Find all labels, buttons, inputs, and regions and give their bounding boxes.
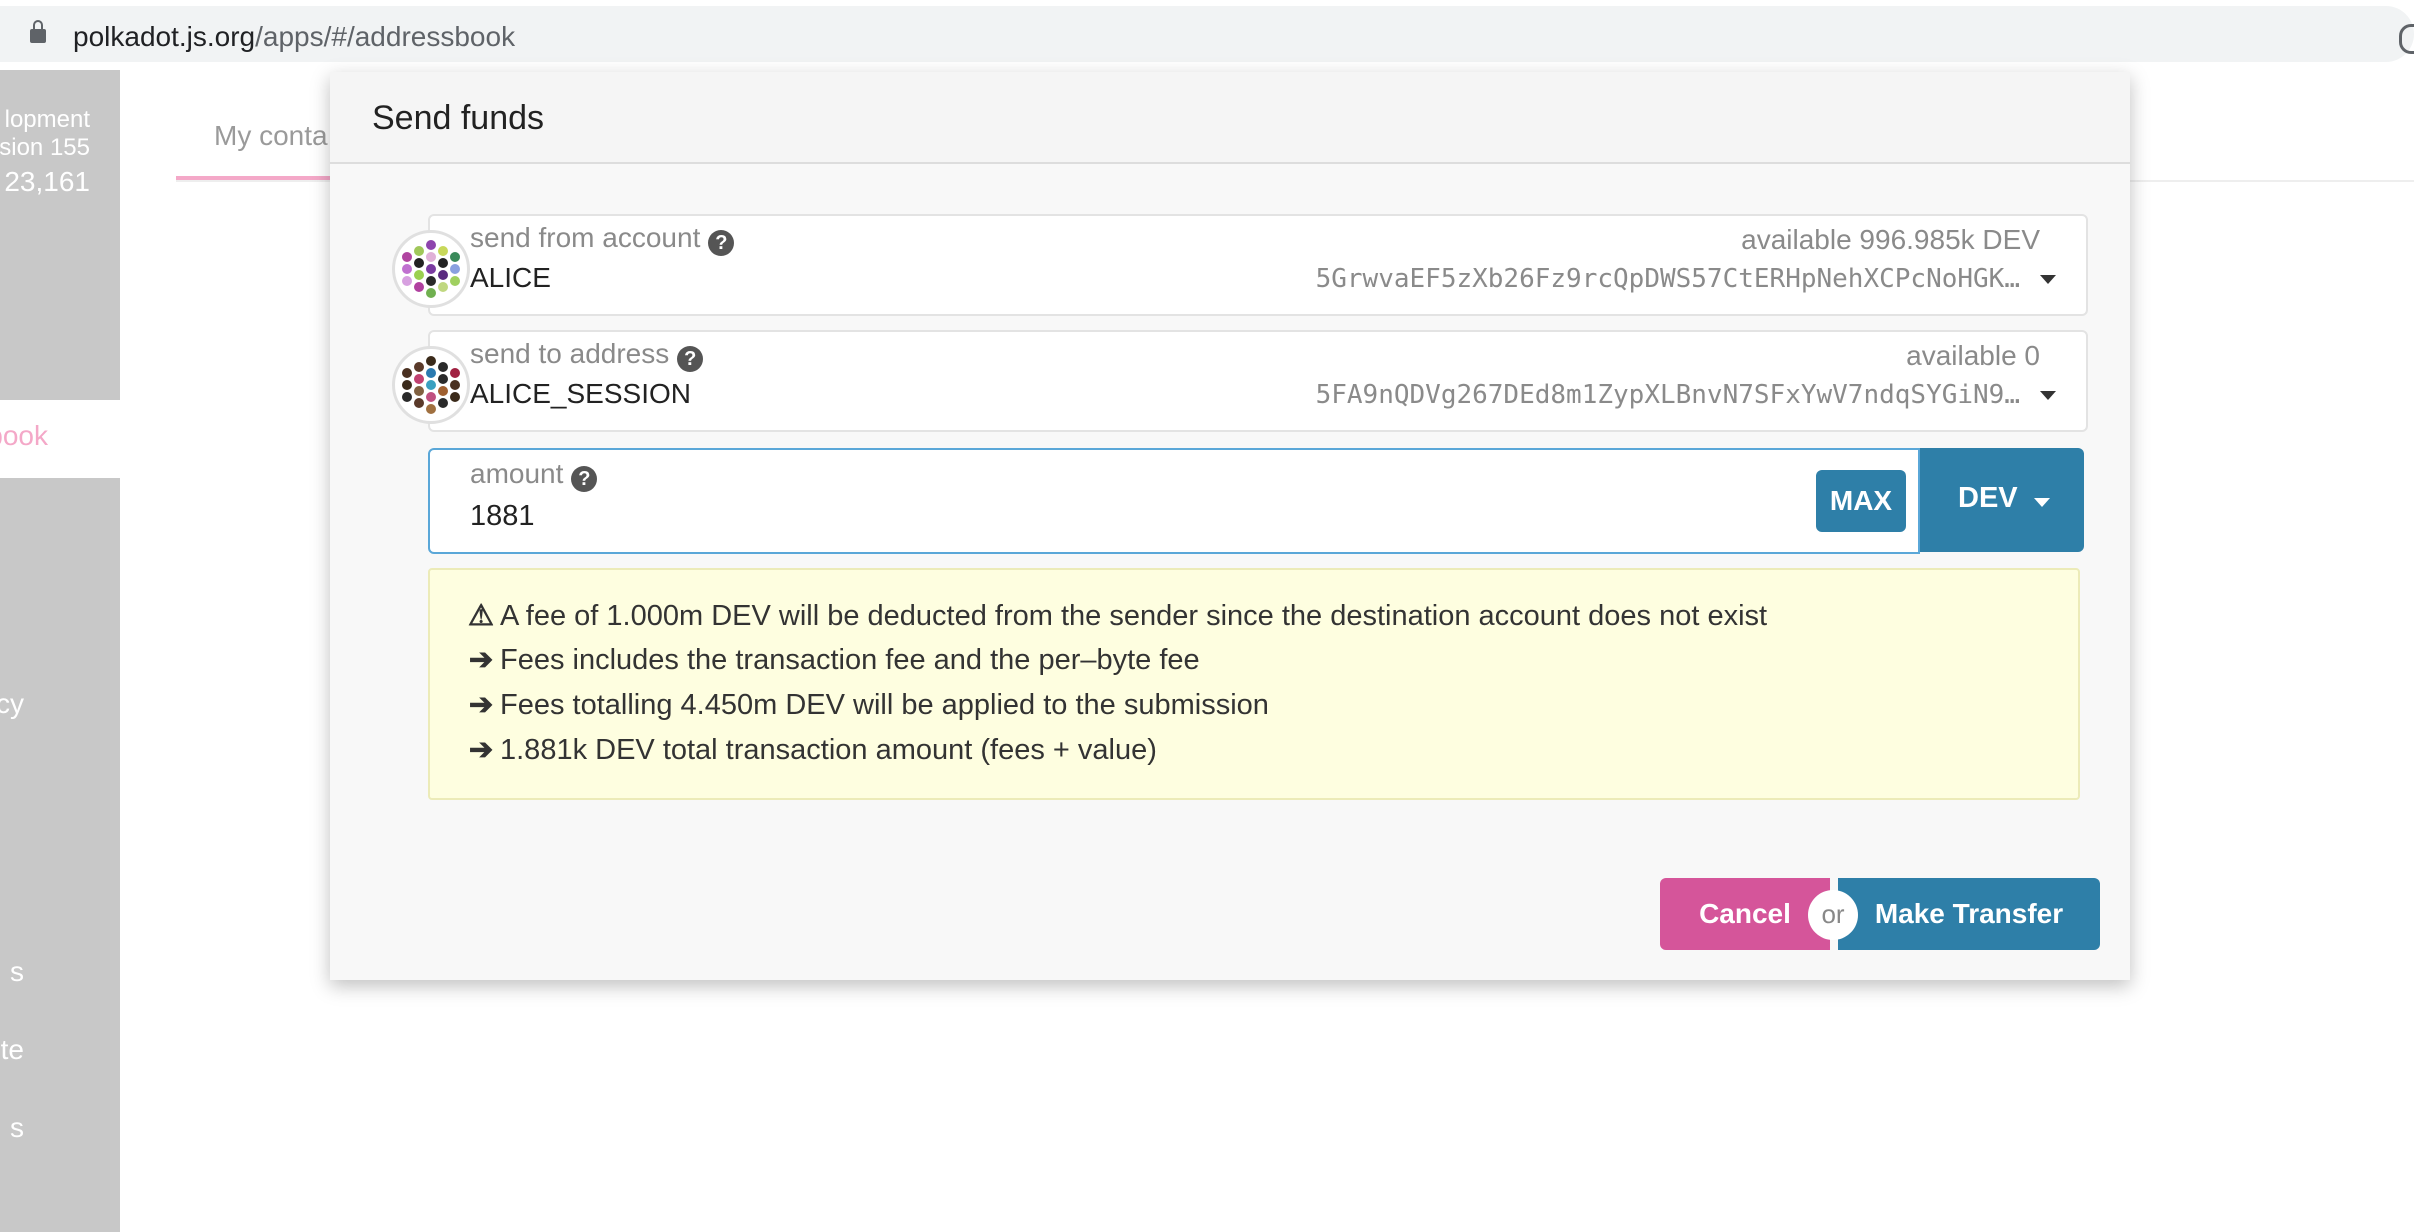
help-icon[interactable]: ? — [677, 346, 704, 372]
to-identicon-avatar — [392, 346, 470, 424]
send-from-label-text: send from account — [470, 222, 701, 253]
amount-input[interactable]: 1881 — [470, 500, 535, 533]
sidebar-item-democracy[interactable]: cy — [0, 688, 24, 720]
modal-header: Send funds — [330, 72, 2130, 164]
send-to-address-field[interactable]: send to address? ALICE_SESSION available… — [428, 330, 2088, 432]
modal-title: Send funds — [372, 99, 545, 137]
to-available-balance: available 0 — [1906, 340, 2040, 371]
send-from-account-field[interactable]: send from account? ALICE available 996.9… — [428, 214, 2088, 316]
notice-text: 1.881k DEV total transaction amount (fee… — [500, 734, 1157, 766]
send-to-label-text: send to address — [470, 338, 670, 369]
amount-label: amount? — [470, 458, 598, 492]
sidebar-item-toolbox[interactable]: s — [10, 1112, 24, 1144]
or-divider: or — [1808, 890, 1858, 940]
from-identicon-avatar — [392, 230, 470, 308]
sidebar-item-settings[interactable]: te — [1, 1034, 24, 1066]
extension-icon[interactable] — [2399, 24, 2414, 54]
send-from-label: send from account? — [470, 222, 735, 256]
chevron-down-icon[interactable] — [2040, 275, 2056, 284]
send-funds-modal: Send funds send from account? ALICE avai… — [330, 72, 2130, 980]
notice-text: Fees includes the transaction fee and th… — [500, 644, 1200, 676]
notice-line: ⚠ A fee of 1.000m DEV will be deducted fr… — [466, 598, 1767, 633]
sidebar-item-label: book — [0, 420, 48, 451]
lock-icon — [30, 20, 46, 43]
unit-dropdown[interactable]: DEV — [1920, 448, 2084, 552]
url-path: /apps/#/addressbook — [255, 21, 516, 52]
from-available-balance: available 996.985k DEV — [1741, 224, 2040, 255]
cancel-button[interactable]: Cancel — [1660, 878, 1830, 950]
browser-url-bar: polkadot.js.org/apps/#/addressbook — [0, 0, 2414, 70]
notice-text: A fee of 1.000m DEV will be deducted fro… — [500, 600, 1768, 632]
from-account-address: 5GrwvaEF5zXb26Fz9rcQpDWS57CtERHpNehXCPcN… — [1315, 264, 2020, 294]
fee-notice: ⚠ A fee of 1.000m DEV will be deducted fr… — [428, 568, 2080, 800]
address-field[interactable]: polkadot.js.org/apps/#/addressbook — [0, 6, 2414, 62]
block-label: 23,161 — [4, 166, 90, 197]
arrow-right-icon: ➔ — [468, 734, 494, 766]
sidebar-item-addressbook[interactable]: book — [0, 400, 120, 478]
chevron-down-icon — [2034, 498, 2050, 507]
to-account-address: 5FA9nQDVg267DEd8m1ZypXLBnvN7SFxYwV7ndqSY… — [1315, 380, 2020, 410]
unit-label: DEV — [1958, 482, 2018, 514]
notice-line: ➔ 1.881k DEV total transaction amount (fe… — [466, 732, 1157, 767]
chain-label: lopment — [4, 106, 90, 133]
url-domain: polkadot.js.org — [73, 21, 256, 52]
help-icon[interactable]: ? — [708, 230, 735, 256]
help-icon[interactable]: ? — [571, 466, 598, 492]
from-account-name: ALICE — [470, 262, 551, 293]
to-account-name: ALICE_SESSION — [470, 378, 691, 409]
version-label: sion 155 — [0, 134, 90, 161]
max-button[interactable]: MAX — [1816, 470, 1906, 532]
arrow-right-icon: ➔ — [468, 644, 494, 676]
warning-icon: ⚠ — [468, 600, 494, 632]
notice-text: Fees totalling 4.450m DEV will be applie… — [500, 689, 1269, 721]
notice-line: ➔ Fees totalling 4.450m DEV will be appli… — [466, 687, 1269, 722]
sidebar-item-js[interactable]: s — [10, 956, 24, 988]
url-text[interactable]: polkadot.js.org/apps/#/addressbook — [73, 21, 515, 53]
tab-my-contacts[interactable]: My conta — [214, 120, 328, 152]
amount-field[interactable]: amount? 1881 MAX — [428, 448, 1920, 554]
sidebar: lopment sion 155 23,161 book cy s te s — [0, 70, 120, 1232]
make-transfer-button[interactable]: Make Transfer — [1838, 878, 2100, 950]
amount-label-text: amount — [470, 458, 564, 489]
send-to-label: send to address? — [470, 338, 704, 372]
notice-line: ➔ Fees includes the transaction fee and t… — [466, 642, 1200, 677]
arrow-right-icon: ➔ — [468, 689, 494, 721]
chevron-down-icon[interactable] — [2040, 391, 2056, 400]
